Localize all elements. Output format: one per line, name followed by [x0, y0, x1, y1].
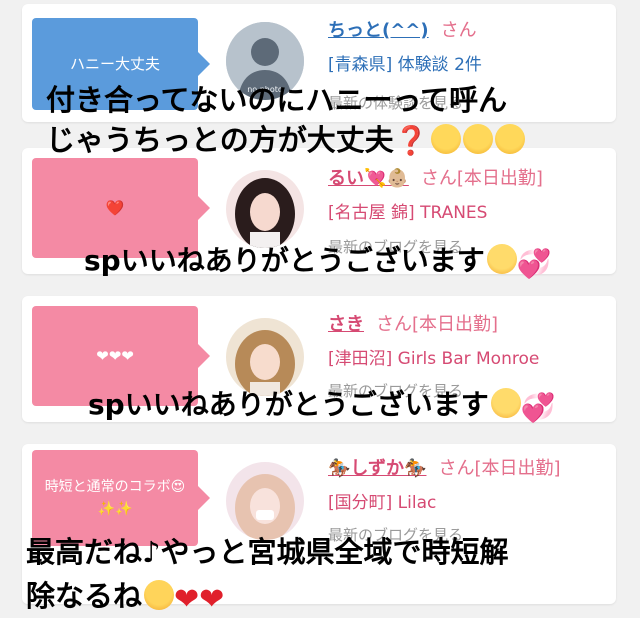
caption-text: じゃうちっとの方が大丈夫: [46, 123, 394, 157]
cast-name-line: 🏇しずか🏇 さん[本日出勤]: [328, 454, 561, 480]
caption-4-line-2: 除なるね ❤❤: [26, 580, 224, 615]
avatar[interactable]: [226, 462, 304, 540]
cast-name-line: さき さん[本日出勤]: [328, 310, 498, 336]
area-info: [国分町] Lilac: [328, 493, 437, 513]
caption-text: 除なるね: [26, 579, 143, 613]
caption-4-line-1: 最高だね♪やっと宮城県全域で時短解: [26, 538, 509, 567]
caption-text: 最高だね♪やっと宮城県全域で時短解: [26, 535, 509, 569]
profile-photo-icon: [226, 462, 304, 540]
thinking-face-icon: [494, 124, 525, 154]
caption-3: spいいねありがとうございます 💞: [88, 388, 556, 422]
profile-photo-icon: [226, 318, 304, 396]
name-suffix: さん[本日出勤]: [438, 458, 561, 479]
thinking-face-icon: [430, 124, 461, 154]
cast-name-line: るい💘👶🏼 さん[本日出勤]: [328, 164, 543, 190]
caption-1-line-1: 付き合ってないのにハニーって呼ん: [46, 86, 507, 115]
thinking-face-icon: [462, 124, 493, 154]
caption-text: 付き合ってないのにハニーって呼ん: [46, 83, 508, 117]
name-suffix: さん[本日出勤]: [376, 314, 499, 335]
message-text: 時短と通常のコラボ😍✨✨: [44, 478, 186, 517]
red-heart-icon: ❤: [174, 582, 200, 617]
message-bubble: 時短と通常のコラボ😍✨✨: [32, 450, 210, 546]
two-hearts-icon: 💞: [520, 391, 556, 424]
name-suffix: さん[本日出勤]: [420, 168, 543, 189]
caption-1-line-2: じゃうちっとの方が大丈夫❓: [46, 124, 525, 155]
relieved-face-icon: [490, 388, 521, 418]
relieved-face-icon: [486, 244, 517, 274]
cast-name-link[interactable]: 🏇しずか🏇: [328, 458, 426, 479]
cast-name-link[interactable]: さき: [328, 314, 364, 335]
message-text: ❤️: [105, 199, 125, 217]
caption-2: spいいねありがとうございます 💞: [84, 244, 552, 278]
message-bubble: ❤️: [32, 158, 210, 258]
avatar[interactable]: [226, 170, 304, 248]
two-hearts-icon: 💞: [516, 247, 552, 280]
red-heart-icon: ❤: [199, 582, 225, 617]
message-text: ❤❤❤: [96, 347, 134, 365]
avatar[interactable]: [226, 318, 304, 396]
hugging-face-icon: [144, 580, 175, 610]
area-info: [津田沼] Girls Bar Monroe: [328, 349, 540, 369]
user-name-link[interactable]: ちっと(^^): [328, 20, 429, 41]
caption-text: spいいねありがとうございます: [88, 388, 489, 421]
cast-name-link[interactable]: るい💘👶🏼: [328, 168, 409, 189]
area-info: [青森県] 体験談 2件: [328, 55, 482, 75]
caption-text: spいいねありがとうございます: [84, 244, 485, 277]
profile-photo-icon: [226, 170, 304, 248]
user-name-line: ちっと(^^) さん: [328, 16, 477, 42]
name-suffix: さん: [440, 20, 477, 41]
message-text: ハニー大丈夫: [69, 55, 160, 73]
question-mark-icon: ❓: [393, 124, 429, 157]
area-info: [名古屋 錦] TRANES: [328, 203, 488, 223]
